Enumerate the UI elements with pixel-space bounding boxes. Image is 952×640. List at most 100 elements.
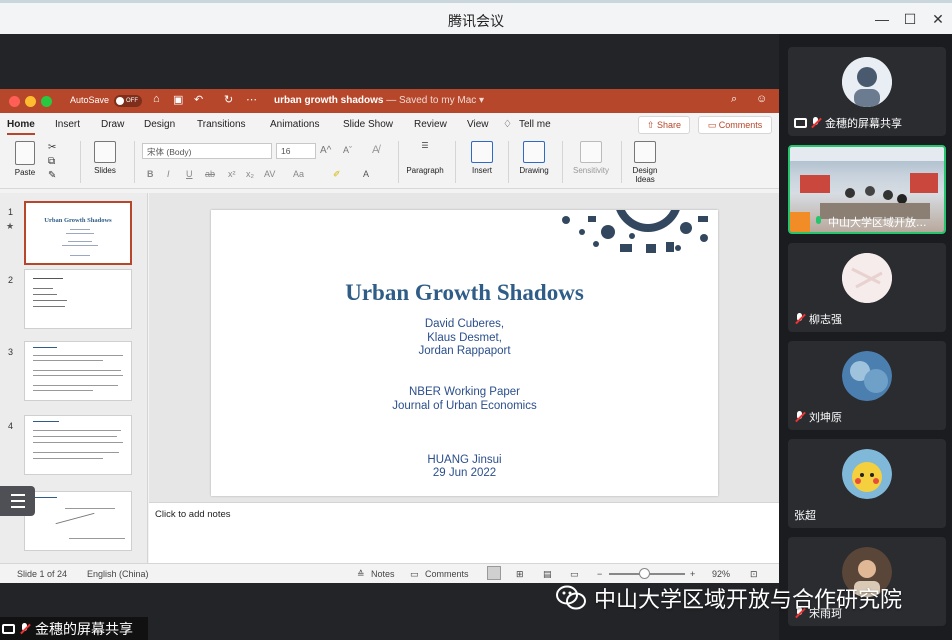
lightbulb-icon: ♢ [503,119,512,130]
drawing-button[interactable]: Drawing [514,141,554,175]
tab-view[interactable]: View [467,119,489,130]
minimize-dot-icon[interactable] [25,96,36,107]
participant-tile[interactable]: 金穗的屏幕共享 [788,47,946,136]
autosave-toggle[interactable]: OFF [114,95,142,107]
comments-button[interactable]: ▭ Comments [698,116,772,134]
zoom-in-button[interactable]: + [690,569,695,579]
reading-view-icon[interactable]: ▤ [543,569,552,580]
strikethrough-icon[interactable]: ab [205,169,215,179]
change-case-icon[interactable]: Aa [293,169,304,179]
slides-button[interactable]: Slides [88,141,122,175]
language-status[interactable]: English (China) [87,569,149,579]
undo-icon[interactable]: ↶ [194,93,203,106]
notes-toggle[interactable]: Notes [371,569,395,579]
home-ribbon: Paste ✂ ⧉ ✎ Slides 宋体 (Body) 16 A^ Aˇ A̸… [0,137,779,189]
tab-review[interactable]: Review [414,119,447,130]
ppt-titlebar: AutoSave OFF ⌂ ▣ ↶ ↻ ⋯ urban growth shad… [0,89,779,113]
participant-tile[interactable]: 张超 [788,439,946,528]
screen-share-banner: 金穗的屏幕共享 [0,617,148,640]
tab-home[interactable]: Home [7,119,35,135]
redo-icon[interactable]: ↻ [224,93,233,106]
normal-view-icon[interactable] [487,566,501,580]
slide-thumbnail-2[interactable] [24,269,132,329]
tab-design[interactable]: Design [144,119,175,130]
slide-thumbnail-1[interactable]: Urban Growth Shadows [24,201,132,265]
participant-name: 张超 [794,509,816,522]
avatar [842,253,892,303]
mic-off-icon [794,313,806,325]
participant-tile[interactable]: 刘坤原 [788,341,946,430]
comments-label: Comments [718,120,763,130]
tell-me-search[interactable]: Tell me [519,119,551,130]
grow-font-icon[interactable]: A^ [320,145,331,156]
zoom-out-button[interactable]: − [597,569,602,579]
paste-label: Paste [14,168,36,177]
share-button[interactable]: ⇧ Share [638,116,690,134]
participant-name: 柳志强 [809,313,842,326]
clipboard-icon [15,141,35,165]
home-icon[interactable]: ⌂ [153,93,160,105]
zoom-dot-icon[interactable] [41,96,52,107]
participant-tile[interactable]: 柳志强 [788,243,946,332]
current-slide[interactable]: Urban Growth Shadows David Cuberes, Klau… [211,210,718,496]
close-button[interactable]: ✕ [930,11,946,28]
search-icon[interactable]: ⌕ [731,93,737,106]
comments-toggle[interactable]: Comments [425,569,469,579]
superscript-icon[interactable]: x² [228,169,236,179]
paragraph-button[interactable]: ☰ Paragraph [403,141,447,175]
fit-slide-icon[interactable]: ⊡ [750,569,758,580]
zoom-level[interactable]: 92% [712,569,730,579]
minimize-button[interactable]: — [874,11,890,27]
thumb-number: 3 [8,347,14,357]
tab-transitions[interactable]: Transitions [197,119,246,130]
sensitivity-button[interactable]: Sensitivity [568,141,614,175]
italic-icon[interactable]: I [167,169,170,179]
tab-slide-show[interactable]: Slide Show [343,119,393,130]
slide-thumbnail-5[interactable] [24,491,132,551]
maximize-button[interactable]: ☐ [902,11,918,28]
design-ideas-icon [634,141,656,163]
zoom-slider-thumb[interactable] [639,568,650,579]
cut-icon[interactable]: ✂ [48,142,56,153]
underline-icon[interactable]: U [186,169,193,179]
shrink-font-icon[interactable]: Aˇ [343,145,352,155]
tab-insert[interactable]: Insert [55,119,80,130]
mic-off-icon [794,411,806,423]
close-dot-icon[interactable] [9,96,20,107]
thumb-number: 4 [8,421,14,431]
watermark-text: 中山大学区域开放与合作研究院 [594,588,903,613]
clear-format-icon[interactable]: A̸ [372,144,379,156]
notes-toggle-icon[interactable]: ≙ [357,569,365,580]
drawing-label: Drawing [519,166,549,175]
tab-animations[interactable]: Animations [270,119,319,130]
subscript-icon[interactable]: x₂ [246,169,254,179]
font-color-icon[interactable]: A [363,169,369,179]
highlight-icon[interactable]: ✐ [333,169,341,180]
slide-sorter-icon[interactable]: ⊞ [516,569,524,580]
wechat-icon [556,585,586,610]
account-icon[interactable]: ☺ [756,93,767,105]
paste-button[interactable]: Paste [10,141,40,177]
copy-icon[interactable]: ⧉ [48,156,55,167]
notes-pane[interactable]: Click to add notes [149,502,779,563]
slideshow-icon[interactable]: ▭ [570,569,579,580]
more-icon[interactable]: ⋯ [246,93,257,106]
comments-icon[interactable]: ▭ [410,569,419,580]
font-name-select[interactable]: 宋体 (Body) [142,143,272,159]
insert-button[interactable]: Insert [462,141,502,175]
tab-draw[interactable]: Draw [101,119,124,130]
doc-saved-status[interactable]: — Saved to my Mac ▾ [386,95,484,106]
slides-icon [94,141,116,163]
format-painter-icon[interactable]: ✎ [48,170,56,181]
bold-icon[interactable]: B [147,169,154,179]
font-size-select[interactable]: 16 [276,143,316,159]
screen-share-icon [794,118,807,128]
char-spacing-icon[interactable]: AV [264,169,275,179]
participant-tile-speaking[interactable]: 中山大学区域开放... [788,145,946,234]
slide-thumbnail-3[interactable] [24,341,132,401]
slide-thumbnail-4[interactable] [24,415,132,475]
design-ideas-button[interactable]: Design Ideas [627,141,663,184]
participant-list-button[interactable] [0,486,35,516]
save-icon[interactable]: ▣ [173,93,183,106]
avatar [842,449,892,499]
